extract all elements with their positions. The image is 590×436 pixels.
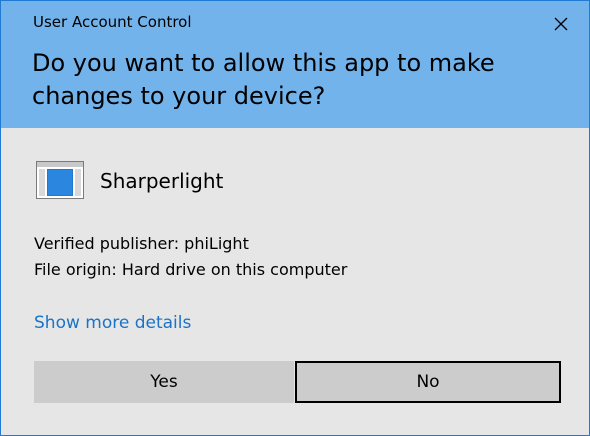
app-name: Sharperlight <box>100 169 224 193</box>
yes-button[interactable]: Yes <box>34 361 294 403</box>
no-button[interactable]: No <box>295 361 561 403</box>
file-origin: File origin: Hard drive on this computer <box>34 260 348 279</box>
close-icon <box>554 17 568 31</box>
uac-dialog: User Account Control Do you want to allo… <box>0 0 590 436</box>
show-more-details-link[interactable]: Show more details <box>34 313 191 333</box>
close-button[interactable] <box>543 9 579 39</box>
application-window-icon <box>36 161 84 199</box>
verified-publisher: Verified publisher: phiLight <box>34 234 249 253</box>
window-title: User Account Control <box>33 13 192 31</box>
dialog-header: User Account Control Do you want to allo… <box>1 1 589 128</box>
prompt-question: Do you want to allow this app to make ch… <box>32 49 495 110</box>
